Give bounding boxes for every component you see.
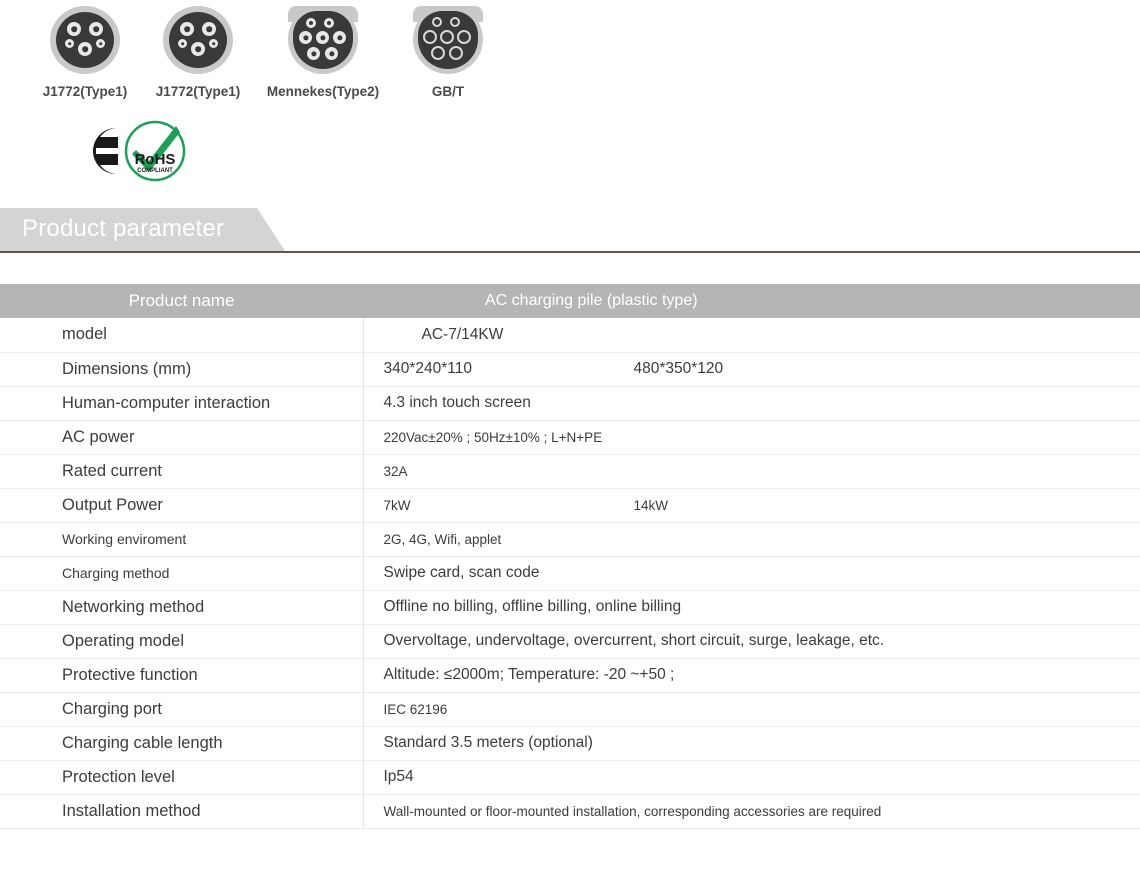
spec-label: model (0, 318, 364, 353)
spec-value: 220Vac±20% ; 50Hz±10% ; L+N+PE (363, 420, 1140, 455)
rohs-compliant-icon: RoHS COMPLIANT (124, 120, 186, 187)
svg-text:COMPLIANT: COMPLIANT (137, 168, 173, 174)
column-header-product-value: AC charging pile (plastic type) (363, 284, 1140, 318)
table-row: Rated current 32A (0, 454, 1140, 489)
table-row: Protective function Altitude: ≤2000m; Tem… (0, 658, 1140, 693)
spec-value: 2G, 4G, Wifi, applet (363, 522, 1140, 557)
table-row: Charging method Swipe card, scan code (0, 556, 1140, 591)
table-row: AC power 220Vac±20% ; 50Hz±10% ; L+N+PE (0, 420, 1140, 455)
spec-value: Overvoltage, undervoltage, overcurrent, … (363, 624, 1140, 659)
spec-label: Dimensions (mm) (0, 352, 364, 387)
table-row: Protection level Ip54 (0, 760, 1140, 795)
section-banner: Product parameter (0, 208, 1140, 260)
spec-value: 7kW 14kW (363, 488, 1140, 523)
table-row: Human-computer interaction 4.3 inch touch… (0, 386, 1140, 421)
table-row: Installation method Wall-mounted or floor… (0, 794, 1140, 829)
spec-label: AC power (0, 420, 364, 455)
spec-value-primary: 340*240*110 (383, 360, 473, 377)
table-header-row: Product name AC charging pile (plastic t… (0, 284, 1140, 318)
table-row: Output Power 7kW 14kW (0, 488, 1140, 523)
spec-label: Protection level (0, 760, 364, 795)
connector-label: GB/T (431, 84, 465, 99)
spec-value: Ip54 (363, 760, 1140, 795)
connector-types-strip: J1772(Type1) J1772(Type1) Mennekes(Type2… (0, 0, 1140, 110)
mennekes-type2-connector-icon (288, 6, 358, 74)
spec-value: Offline no billing, offline billing, onl… (363, 590, 1140, 625)
table-row: Networking method Offline no billing, off… (0, 590, 1140, 625)
spec-label: Protective function (0, 658, 364, 693)
spec-value-secondary: 14kW (633, 497, 669, 513)
connector-label: J1772(Type1) (42, 84, 128, 99)
spec-value: 4.3 inch touch screen (363, 386, 1140, 421)
spec-value: 340*240*110 480*350*120 (363, 352, 1140, 387)
connector-item-2: Mennekes(Type2) (264, 6, 382, 99)
table-row: Charging cable length Standard 3.5 meters… (0, 726, 1140, 761)
spec-value: AC-7/14KW (363, 318, 1140, 353)
spec-value: IEC 62196 (363, 692, 1140, 727)
table-body: Product name AC charging pile (plastic t… (0, 284, 1140, 829)
spec-label: Output Power (0, 488, 364, 523)
gbt-connector-icon (413, 6, 483, 74)
column-header-product-name: Product name (0, 284, 363, 318)
table-row: Dimensions (mm) 340*240*110 480*350*120 (0, 352, 1140, 387)
spec-value: 32A (363, 454, 1140, 489)
spec-label: Human-computer interaction (0, 386, 364, 421)
j1772-type1-connector-icon (163, 6, 233, 74)
spec-label: Charging port (0, 692, 364, 727)
spec-label: Networking method (0, 590, 364, 625)
ce-mark-icon (44, 122, 120, 185)
table-row: Operating model Overvoltage, undervoltage… (0, 624, 1140, 659)
connector-label: Mennekes(Type2) (266, 84, 380, 99)
table-row: Working enviroment 2G, 4G, Wifi, applet (0, 522, 1140, 557)
table-row: model AC-7/14KW (0, 318, 1140, 353)
spec-value: Altitude: ≤2000m; Temperature: -20 ~+50 … (363, 658, 1140, 693)
j1772-type1-connector-icon (50, 6, 120, 74)
spec-value: Wall-mounted or floor-mounted installati… (363, 794, 1140, 829)
table-row: Charging port IEC 62196 (0, 692, 1140, 727)
section-title: Product parameter (22, 215, 225, 242)
connector-item-3: GB/T (409, 6, 487, 99)
spec-label: Charging cable length (0, 726, 364, 761)
spec-label: Rated current (0, 454, 364, 489)
spec-value-secondary: 480*350*120 (633, 360, 724, 377)
connector-item-0: J1772(Type1) (42, 6, 128, 99)
connector-item-1: J1772(Type1) (155, 6, 241, 99)
spec-label: Charging method (0, 556, 364, 591)
spec-value: Swipe card, scan code (363, 556, 1140, 591)
svg-text:RoHS: RoHS (135, 151, 176, 168)
spec-label: Working enviroment (0, 522, 364, 557)
certification-logos: RoHS COMPLIANT (0, 110, 1140, 200)
product-parameter-table: Product name AC charging pile (plastic t… (0, 284, 1140, 829)
spec-value: Standard 3.5 meters (optional) (363, 726, 1140, 761)
banner-rule (0, 251, 1140, 253)
spec-label: Installation method (0, 794, 364, 829)
connector-label: J1772(Type1) (155, 84, 241, 99)
spec-value-primary: 7kW (383, 497, 411, 513)
spec-label: Operating model (0, 624, 364, 659)
